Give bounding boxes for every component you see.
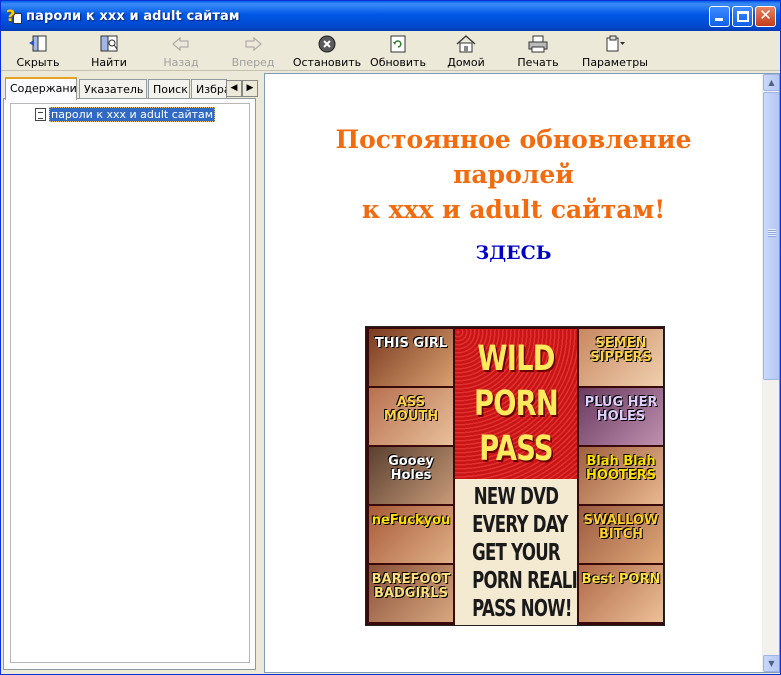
contents-panel: пароли к xxx и adult сайтам (3, 98, 256, 670)
banner-left-column: THIS GIRL ASS MOUTH Gooey Holes neFuckyo… (369, 329, 453, 625)
banner-slogan: NEW DVD EVERY DAY GET YOUR PORN REALITY … (455, 479, 600, 625)
banner-thumb: Blah Blah HOOTERS (579, 447, 663, 504)
banner-title: WILD PORN PASS (474, 339, 559, 469)
scroll-up-button[interactable]: ▲ (763, 74, 779, 91)
tab-scroll-right-button[interactable]: ▶ (242, 80, 258, 97)
tab-scroll-left-button[interactable]: ◀ (226, 80, 242, 97)
find-icon (98, 34, 120, 54)
banner-thumb: Gooey Holes (369, 447, 453, 504)
home-icon (455, 34, 477, 54)
navigation-pane: Содержание Указатель Поиск Избранное ◀ ▶… (3, 73, 258, 672)
content-scrollbar[interactable]: ▲ ▼ (762, 74, 779, 672)
banner-thumb: PLUG HER HOLES (579, 388, 663, 445)
topic-content: Постоянное обновление паролей к xxx и ad… (264, 73, 780, 673)
here-link[interactable]: ЗДЕСЬ (265, 242, 762, 264)
window-title: пароли к xxx и adult сайтам (26, 8, 240, 24)
refresh-button[interactable]: Обновить (367, 31, 429, 71)
tree-item[interactable]: пароли к xxx и adult сайтам (35, 107, 216, 122)
close-button[interactable]: ✕ (755, 6, 776, 27)
tab-index[interactable]: Указатель (79, 79, 147, 99)
tab-search[interactable]: Поиск (148, 79, 190, 99)
stop-button[interactable]: Остановить (287, 31, 367, 71)
navigation-tabs: Содержание Указатель Поиск Избранное ◀ ▶ (3, 77, 258, 100)
banner-thumb: neFuckyou (369, 506, 453, 563)
forward-arrow-icon (242, 34, 264, 54)
grip-icon (768, 229, 776, 237)
headline-line: к xxx и adult сайтам! (361, 195, 666, 224)
refresh-icon (387, 34, 409, 54)
maximize-icon (737, 11, 749, 22)
banner-thumb: BAREFOOT BADGIRLS (369, 565, 453, 622)
banner-thumb: ASS MOUTH (369, 388, 453, 445)
options-icon (604, 34, 626, 54)
banner-thumb: THIS GIRL (369, 329, 453, 386)
home-button[interactable]: Домой (429, 31, 503, 71)
title-bar[interactable]: ? пароли к xxx и adult сайтам ✕ (1, 1, 780, 31)
minimize-button[interactable] (709, 6, 730, 27)
banner-thumb: Best PORN (579, 565, 663, 622)
contents-tree[interactable]: пароли к xxx и adult сайтам (10, 103, 250, 663)
help-book-icon: ? (6, 6, 22, 25)
print-button[interactable]: Печать (503, 31, 573, 71)
printer-icon (527, 34, 549, 54)
back-arrow-icon (170, 34, 192, 54)
forward-button[interactable]: Вперед (219, 31, 287, 71)
banner-thumb: SEMEN SIPPERS (579, 329, 663, 386)
scroll-thumb[interactable] (763, 92, 779, 380)
close-icon: ✕ (759, 6, 772, 24)
page-headline: Постоянное обновление паролей к xxx и ad… (265, 122, 762, 227)
tab-contents[interactable]: Содержание (5, 77, 77, 100)
maximize-button[interactable] (732, 6, 753, 27)
banner-thumb: SWALLOW BITCH (579, 506, 663, 563)
help-window: ? пароли к xxx и adult сайтам ✕ Скрыть Н… (0, 0, 781, 675)
ad-banner[interactable]: THIS GIRL ASS MOUTH Gooey Holes neFuckyo… (365, 326, 665, 626)
options-button[interactable]: Параметры (573, 31, 657, 71)
toolbar: Скрыть Найти Назад Вперед Остановить Обн… (1, 31, 780, 71)
hide-pane-icon (27, 34, 49, 54)
back-button[interactable]: Назад (143, 31, 219, 71)
hide-button[interactable]: Скрыть (1, 31, 75, 71)
minimize-icon (715, 18, 723, 21)
stop-icon (316, 34, 338, 54)
tab-favorites[interactable]: Избранное (191, 79, 227, 99)
headline-line: Постоянное обновление (335, 125, 692, 154)
topic-page-icon (35, 108, 46, 121)
find-button[interactable]: Найти (75, 31, 143, 71)
tree-item-label: пароли к xxx и adult сайтам (49, 107, 216, 122)
scroll-down-button[interactable]: ▼ (763, 655, 779, 672)
banner-right-column: SEMEN SIPPERS PLUG HER HOLES Blah Blah H… (579, 329, 663, 625)
headline-line: паролей (453, 160, 574, 189)
banner-center: WILD PORN PASS NEW DVD EVERY DAY GET YOU… (455, 329, 600, 625)
